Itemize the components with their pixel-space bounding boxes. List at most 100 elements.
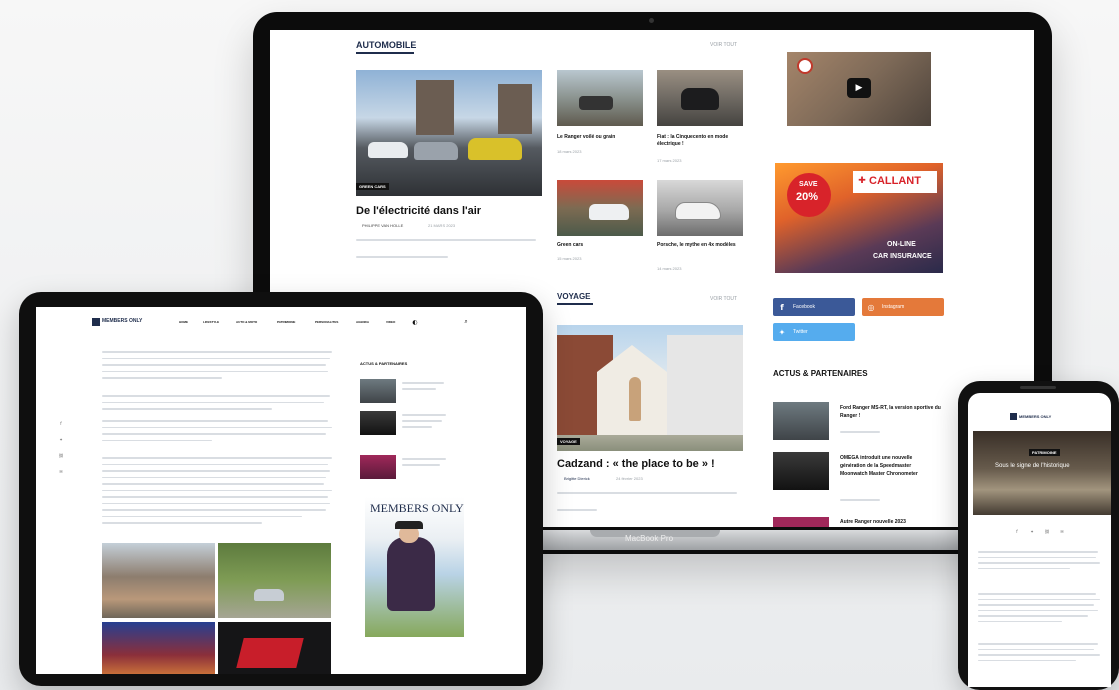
instagram-button[interactable]: ◎ Instagram xyxy=(862,298,944,316)
actus-thumb-third[interactable] xyxy=(773,517,829,527)
actus-title-omega[interactable]: OMEGA introduit une nouvelle génération … xyxy=(840,454,936,478)
facebook-label: Facebook xyxy=(793,304,815,310)
text-placeholder-line xyxy=(102,502,330,504)
article-date-porsche: 14 mars 2023 xyxy=(657,266,682,271)
twitter-button[interactable]: ✦ Twitter xyxy=(773,323,855,341)
article-title-porsche[interactable]: Porsche, le mythe en 4x modèles xyxy=(657,242,743,249)
callant-logo-text: CALLANT xyxy=(869,175,921,187)
section-underline xyxy=(356,52,414,54)
article-thumb-fiat[interactable] xyxy=(657,70,743,126)
section-title-voyage: VOYAGE xyxy=(557,292,591,301)
phone-hero-image[interactable]: PATRIMOINE Sous le signe de l'historique xyxy=(973,431,1111,515)
actus-title-third[interactable]: Autre Ranger nouvelle 2023 xyxy=(840,519,906,525)
tablet-actus-line xyxy=(402,382,444,384)
tablet-nav-patrimoine[interactable]: PATRIMOINE xyxy=(277,320,295,324)
ad-tagline-insurance: CAR INSURANCE xyxy=(873,253,932,260)
text-placeholder-line xyxy=(978,598,1100,600)
voyage-article-title[interactable]: Cadzand : « the place to be » ! xyxy=(557,458,715,470)
featured-article-image[interactable] xyxy=(356,70,542,196)
text-placeholder-line xyxy=(102,351,332,353)
phone-share-link-icon[interactable]: ⛓ xyxy=(1044,528,1050,534)
tablet-actus-thumb[interactable] xyxy=(360,379,396,403)
tablet-actus-line xyxy=(402,464,440,466)
phone-share-mail-icon[interactable]: ✉ xyxy=(1059,528,1065,534)
text-placeholder-line xyxy=(102,370,328,372)
tablet-nav-agenda[interactable]: AGENDA xyxy=(356,320,369,324)
text-placeholder-line xyxy=(978,609,1098,611)
actus-thumb-ford[interactable] xyxy=(773,402,829,440)
text-placeholder-line xyxy=(102,457,332,459)
voyage-excerpt-line xyxy=(557,492,737,494)
play-icon[interactable]: ▶ xyxy=(847,78,871,98)
phone-hero-title[interactable]: Sous le signe de l'historique xyxy=(995,463,1070,469)
featured-excerpt-line xyxy=(356,256,448,258)
tablet-search-icon[interactable]: ⌕ xyxy=(462,318,470,326)
text-placeholder-line xyxy=(978,648,1094,650)
share-link-icon[interactable]: ⛓ xyxy=(58,452,64,458)
gallery-image-stage[interactable] xyxy=(102,622,215,674)
tablet-nav-home[interactable]: HOME xyxy=(179,320,188,324)
phone-screen: MEMBERS ONLY PATRIMOINE Sous le signe de… xyxy=(968,393,1111,687)
text-placeholder-line xyxy=(978,620,1062,622)
view-all-link[interactable]: VOIR TOUT xyxy=(710,296,737,302)
article-date-green-cars: 15 mars 2023 xyxy=(557,256,582,261)
phone-share-facebook-icon[interactable]: f xyxy=(1014,528,1020,534)
article-thumb-porsche[interactable] xyxy=(657,180,743,236)
text-placeholder-line xyxy=(102,420,328,422)
featured-article-title[interactable]: De l'électricité dans l'air xyxy=(356,205,481,217)
actus-thumb-omega[interactable] xyxy=(773,452,829,490)
text-placeholder-line xyxy=(102,522,262,524)
text-placeholder-line xyxy=(102,439,212,441)
voyage-article-image[interactable] xyxy=(557,325,743,451)
tablet-nav-personalites[interactable]: PERSONALITES xyxy=(315,320,338,324)
phone-share-twitter-icon[interactable]: ✦ xyxy=(1029,528,1035,534)
gallery-image-car-forest[interactable] xyxy=(218,543,331,618)
share-twitter-icon[interactable]: ✦ xyxy=(58,436,64,442)
ad-tagline-online: ON-LINE xyxy=(887,241,916,248)
tablet-site-name[interactable]: MEMBERS ONLY xyxy=(102,318,142,324)
article-thumb-ranger[interactable] xyxy=(557,70,643,126)
tablet-actus-thumb[interactable] xyxy=(360,455,396,479)
text-placeholder-line xyxy=(978,593,1096,595)
tablet-nav-video[interactable]: VIDEO xyxy=(386,320,395,324)
article-title-fiat[interactable]: Fiat : la Cinquecento en mode électrique… xyxy=(657,134,743,148)
twitter-label: Twitter xyxy=(793,329,808,335)
article-thumb-green-cars[interactable] xyxy=(557,180,643,236)
tablet-actus-heading: ACTUS & PARTENAIRES xyxy=(360,361,408,366)
phone-site-name[interactable]: MEMBERS ONLY xyxy=(1019,414,1051,419)
text-placeholder-line xyxy=(102,489,332,491)
featured-category-badge: GREEN CARS xyxy=(356,183,389,190)
actus-meta-line xyxy=(840,499,880,501)
text-placeholder-line xyxy=(978,615,1088,617)
article-title-ranger[interactable]: Le Ranger voilé ou grain xyxy=(557,134,615,140)
tablet-logo-mark xyxy=(92,318,100,326)
actus-title-ford[interactable]: Ford Ranger MS-RT, la version sportive d… xyxy=(840,404,944,420)
text-placeholder-line xyxy=(102,426,332,428)
article-date-ranger: 18 mars 2023 xyxy=(557,149,582,154)
gallery-image-anniversary[interactable] xyxy=(218,622,331,674)
tablet-nav-auto-moto[interactable]: AUTO & MOTO xyxy=(236,320,257,324)
tablet-dark-mode-icon[interactable]: ◐ xyxy=(411,318,419,326)
instagram-icon: ◎ xyxy=(867,302,875,312)
text-placeholder-line xyxy=(978,654,1100,656)
magazine-cover[interactable]: MEMBERS ONLY xyxy=(365,497,464,637)
text-placeholder-line xyxy=(102,515,302,517)
callant-ad-banner[interactable]: CALLANT ✚ SAVE 20% ON-LINE CAR INSURANCE xyxy=(775,163,943,273)
text-placeholder-line xyxy=(102,476,326,478)
laptop-brand-label: MacBook Pro xyxy=(625,534,674,543)
tablet-nav-lifestyle[interactable]: LIFESTYLE xyxy=(203,320,219,324)
share-facebook-icon[interactable]: f xyxy=(58,420,64,426)
text-placeholder-line xyxy=(978,659,1076,661)
tablet-actus-line xyxy=(402,414,446,416)
tablet-screen: MEMBERS ONLY HOME LIFESTYLE AUTO & MOTO … xyxy=(36,307,526,674)
featured-article-date: 21 MARS 2023 xyxy=(428,223,456,228)
article-title-green-cars[interactable]: Green cars xyxy=(557,242,583,248)
share-mail-icon[interactable]: ✉ xyxy=(58,468,64,474)
text-placeholder-line xyxy=(102,364,326,366)
video-thumbnail[interactable]: ▶ xyxy=(787,52,931,126)
gallery-image-mountain[interactable] xyxy=(102,543,215,618)
tablet-actus-thumb[interactable] xyxy=(360,411,396,435)
facebook-button[interactable]: f Facebook xyxy=(773,298,855,316)
view-all-link[interactable]: VOIR TOUT xyxy=(710,42,737,48)
laptop-camera xyxy=(649,18,654,23)
